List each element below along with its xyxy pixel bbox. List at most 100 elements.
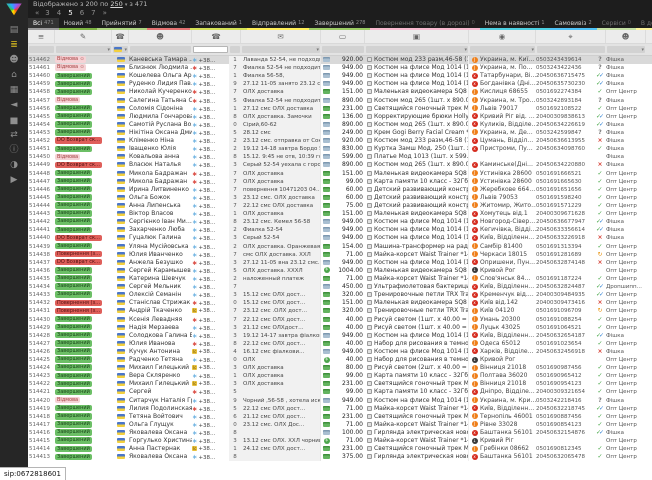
ttn-number[interactable]: 20450635730230 [536, 80, 594, 88]
table-row[interactable]: 514431Повернення (з…Андрій Ткаченкоlc+38… [28, 307, 652, 315]
client-phone[interactable]: ∗+38… [192, 105, 229, 113]
ttn-number[interactable]: 20450636715475 [536, 72, 594, 80]
table-row[interactable]: 514414ЗавершенийАнна Пастернакlc+38…124.… [28, 445, 652, 453]
ttn-number[interactable]: 20450632154876 [536, 429, 594, 437]
ttn-number[interactable]: 0501691666521 [536, 170, 594, 178]
table-row[interactable]: 514418ЗавершенийТетяна Войтович∗+38…621.… [28, 413, 652, 421]
info-icon[interactable]: ⓘ [0, 143, 28, 158]
client-phone[interactable]: ∗+38… [192, 97, 229, 105]
ttn-number[interactable]: 0501691598240 [536, 194, 594, 202]
filter-phone-input[interactable] [193, 46, 228, 53]
client-phone[interactable]: ∗+38… [192, 72, 229, 80]
ttn-number[interactable]: 0501690854123 [536, 421, 594, 429]
video-icon[interactable]: ▶ [0, 173, 28, 188]
client-phone[interactable]: ∗+38… [192, 397, 229, 405]
ttn-number[interactable]: 0501691023654 [536, 340, 594, 348]
page-button-5[interactable]: 5 [68, 9, 72, 17]
table-row[interactable]: 514445ЗавершенийОльга Божок∗+38…323.12 с… [28, 194, 652, 202]
ttn-number[interactable]: 0501691571229 [536, 202, 594, 210]
table-row[interactable]: 514444ЗавершенийАнна Липенська∗+38…722.1… [28, 202, 652, 210]
table-row[interactable]: 514436ЗавершенийСергей Карамышев∗+38…5ОЛ… [28, 267, 652, 275]
client-phone[interactable]: lc+38… [192, 348, 229, 356]
app-logo-icon[interactable] [6, 3, 22, 16]
ttn-number[interactable]: 20450634226619 [536, 121, 594, 129]
per-page-value[interactable]: 250 [110, 0, 122, 8]
page-button-3[interactable]: 3 [45, 9, 49, 17]
ttn-number[interactable]: 20450632824487 [536, 283, 594, 291]
clients-column-icon[interactable]: ☻ [129, 30, 192, 43]
ttn-number[interactable]: 0501690965412 [536, 372, 594, 380]
client-phone[interactable]: ∗+38… [192, 161, 229, 169]
ttn-number[interactable]: 0501691064521 [536, 324, 594, 332]
table-row[interactable]: 514422ЗавершенийМихаил Гилецькийlc+38…3О… [28, 380, 652, 388]
ttn-number[interactable]: 0501690812345 [536, 445, 594, 453]
products-icon[interactable]: ▦ [0, 83, 28, 98]
client-phone[interactable]: ∗+38… [192, 243, 229, 251]
ttn-number[interactable]: 20450634220880 [536, 161, 594, 169]
ttn-number[interactable] [536, 356, 594, 364]
ttn-number[interactable]: 20450632065478 [536, 453, 594, 461]
client-phone[interactable]: ∗+38… [192, 405, 229, 413]
tab-Запакований[interactable]: Запакований1 [190, 18, 247, 30]
client-phone[interactable]: ∗+38… [192, 283, 229, 291]
table-row[interactable]: 514456ЗавершенийСоломія Сідоніна∗+38…127… [28, 105, 652, 113]
ttn-number[interactable]: 20450632874148 [536, 259, 594, 267]
ttn-number[interactable]: 0501692108522 [536, 105, 594, 113]
client-phone[interactable]: ∗+38… [192, 429, 229, 437]
ttn-number[interactable]: 0501691665630 [536, 178, 594, 186]
tab-Відправлений[interactable]: Відправлений12 [247, 18, 310, 30]
tab-Всі[interactable]: Всі471 [28, 18, 59, 30]
client-phone[interactable]: ∗+38… [192, 453, 229, 461]
tab-Прийнятий[interactable]: Прийнятий7 [97, 18, 147, 30]
ttn-number[interactable]: 0501691313394 [536, 243, 594, 251]
tab-Сервіси[interactable]: Сервіси0 [597, 18, 636, 30]
ttn-number[interactable] [536, 153, 594, 161]
table-row[interactable]: 514416ЗавершенийЯковалева Оксана∗+38…810… [28, 429, 652, 437]
client-phone[interactable]: ∗+38… [192, 316, 229, 324]
table-row[interactable]: 514413ЗавершенийЯковалева Оксана∗+38…837… [28, 453, 652, 461]
table-row[interactable]: 514433ЗавершенийОлексій Семанін∗+38…315.… [28, 291, 652, 299]
client-phone[interactable]: ∗+38… [192, 372, 229, 380]
table-row[interactable]: 514462Відмова⊙Каневська Тамара …∗+38…1Ла… [28, 56, 652, 64]
table-row[interactable]: 514438Повернення (з…Юлия Иванченко∗+38…7… [28, 251, 652, 259]
sip-status-link[interactable]: sip:0672818601 [0, 467, 66, 480]
client-phone[interactable]: ∗+38… [192, 332, 229, 340]
client-phone[interactable]: ∗+38… [192, 64, 229, 72]
chat-column-icon[interactable]: ✉ [241, 30, 321, 43]
client-phone[interactable]: ∗+38… [192, 324, 229, 332]
phone-column-icon[interactable]: ☎ [192, 30, 241, 43]
table-row[interactable]: 514430ЗавершенийКсенія Левадняя∗+38…722.… [28, 316, 652, 324]
stats-icon[interactable]: ▅ [0, 113, 28, 128]
ttn-number[interactable]: 0501691281689 [536, 251, 594, 259]
table-row[interactable]: 514428ЗавершенийСолодкова Галина В…∗+38…… [28, 332, 652, 340]
table-row[interactable]: 514437DO Возврат ск…Анжела Безушко∗+38…3… [28, 259, 652, 267]
client-phone[interactable]: ∗+38… [192, 356, 229, 364]
client-phone[interactable]: ∗+38… [192, 275, 229, 283]
page-button-4[interactable]: 4 [57, 9, 61, 17]
tab-Відмова[interactable]: Відмова42 [147, 18, 191, 30]
client-phone[interactable]: ∗+38… [192, 194, 229, 202]
ttn-number[interactable]: 0503243422436 [536, 64, 594, 72]
dashboard-icon[interactable]: ▤ [0, 23, 28, 38]
table-row[interactable]: 514425ЗавершенийРадченко Тетяна∗+38…0ОЛХ… [28, 356, 652, 364]
table-row[interactable]: 514458ЗавершенийНиколай Кучеренко∗+38…7О… [28, 88, 652, 96]
table-row[interactable]: 514455ЗавершенийЛюдмила Гончарова∗+38…8О… [28, 113, 652, 121]
client-phone[interactable]: ∗+38… [192, 80, 229, 88]
table-row[interactable]: 514451ЗавершенийІващенко Юлія∗+38…219.12… [28, 145, 652, 153]
ttn-number[interactable]: 20450632218745 [536, 405, 594, 413]
filter-total[interactable] [322, 46, 364, 53]
ttn-number[interactable]: 0501691088254 [536, 316, 594, 324]
table-row[interactable]: 514423ЗавершенийВера Скляренко∗+38…1ОЛХ … [28, 372, 652, 380]
filter-product[interactable]: ▾ [366, 46, 468, 53]
client-phone[interactable]: ∗+38… [192, 145, 229, 153]
client-phone[interactable]: ∗+38… [192, 113, 229, 121]
ttn-number[interactable]: 0501690987456 [536, 364, 594, 372]
table-row[interactable]: 514449DO Возврат ск…Власюк Наталья∗+38…3… [28, 161, 652, 169]
tab-В дорозі додому[interactable]: В дорозі додому0 [636, 18, 652, 30]
theme-icon[interactable]: ◑ [0, 158, 28, 173]
ttn-number[interactable] [536, 267, 594, 275]
client-phone[interactable]: ∗+38… [192, 291, 229, 299]
table-row[interactable]: 514442ЗавершенийСергієнко Іван Ми…∗+38…8… [28, 218, 652, 226]
company-icon[interactable]: ⌂ [0, 68, 28, 83]
ttn-number[interactable]: 0501690887456 [536, 413, 594, 421]
